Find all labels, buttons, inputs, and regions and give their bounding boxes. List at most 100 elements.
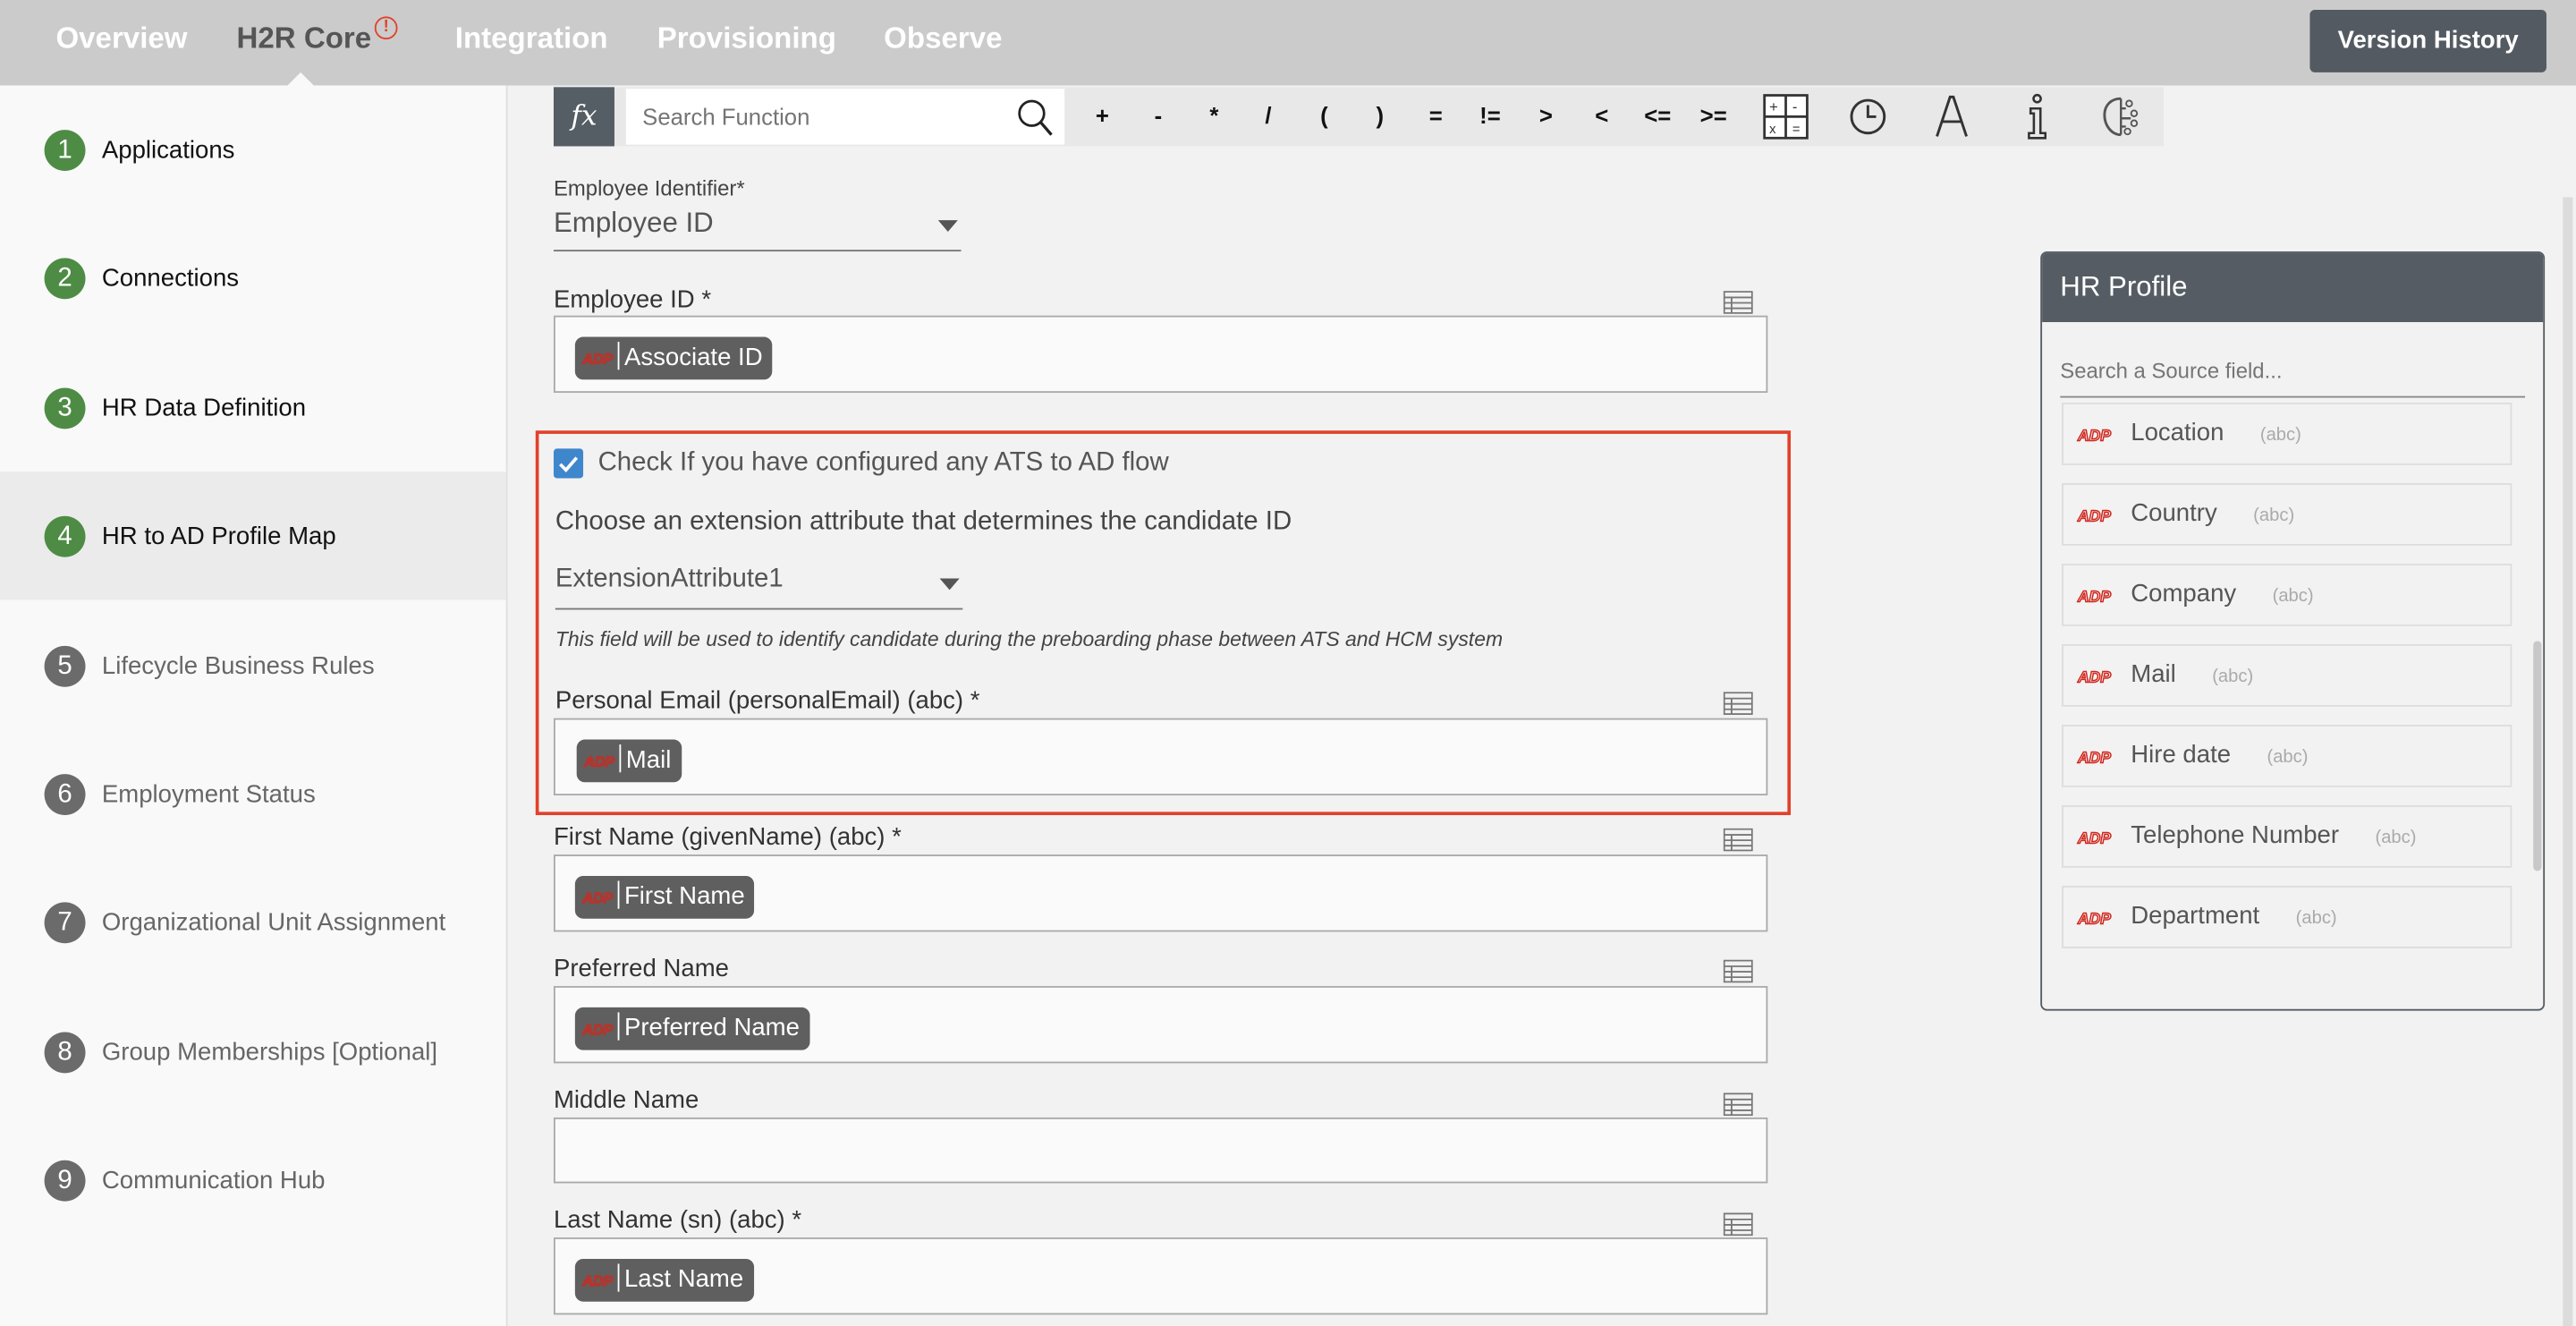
mapped-field-chip[interactable]: ADP Mail <box>576 739 682 783</box>
mapped-field-chip[interactable]: ADP Associate ID <box>574 336 773 380</box>
step-number: 5 <box>44 645 86 687</box>
svg-text:ADP: ADP <box>2077 910 2111 927</box>
ats-checkbox[interactable] <box>553 448 584 479</box>
preferred-name-field[interactable]: ADP Preferred Name <box>553 986 1768 1064</box>
source-field-type: (abc) <box>2295 908 2337 929</box>
hr-profile-title: HR Profile <box>2042 252 2544 323</box>
operator-button[interactable]: >= <box>1694 102 1733 128</box>
step-label: Employment Status <box>101 780 316 809</box>
text-icon[interactable] <box>1927 92 1976 141</box>
chip-divider <box>617 342 620 370</box>
fx-button[interactable]: fx <box>553 87 614 147</box>
hr-profile-panel: HR Profile ADPPosition Status(abc)ADPLoc… <box>2040 251 2546 1011</box>
svg-text:ADP: ADP <box>581 1023 613 1037</box>
sidebar-item-3[interactable]: 3 HR Data Definition <box>0 344 506 472</box>
selected-value: Employee ID <box>553 207 714 239</box>
step-number: 8 <box>44 1032 86 1074</box>
operator-button[interactable]: < <box>1582 102 1622 128</box>
middle-name-label: Middle Name <box>553 1086 699 1115</box>
adp-logo-icon: ADP <box>2077 506 2112 524</box>
source-field-item[interactable]: ADP Mail (abc) <box>2062 644 2512 707</box>
adp-logo-icon: ADP <box>2077 426 2112 444</box>
check-icon <box>559 456 579 473</box>
svg-text:x: x <box>1769 123 1776 137</box>
tab-integration[interactable]: Integration <box>455 21 608 56</box>
step-label: Organizational Unit Assignment <box>101 909 446 938</box>
clock-icon[interactable] <box>1843 92 1893 141</box>
adp-logo-icon: ADP <box>581 1273 614 1288</box>
operator-button[interactable]: > <box>1526 102 1565 128</box>
step-number: 6 <box>44 774 86 816</box>
source-field-search-input[interactable] <box>2060 346 2526 393</box>
tab-h2r-core[interactable]: H2R Core! <box>236 16 398 56</box>
middle-name-field[interactable] <box>553 1117 1768 1184</box>
svg-text:ADP: ADP <box>581 891 613 905</box>
step-number: 4 <box>44 516 86 557</box>
chevron-down-icon <box>939 578 960 591</box>
step-label: HR to AD Profile Map <box>101 523 336 551</box>
personal-email-label: Personal Email (personalEmail) (abc) * <box>555 686 980 715</box>
extension-attribute-select[interactable]: ExtensionAttribute1 <box>555 565 963 610</box>
sidebar-item-9[interactable]: 9 Communication Hub <box>0 1116 506 1244</box>
mapped-field-chip[interactable]: ADP First Name <box>574 875 755 919</box>
employee-id-field[interactable]: ADP Associate ID <box>553 315 1768 393</box>
mapped-field-chip[interactable]: ADP Preferred Name <box>574 1007 809 1050</box>
sidebar-item-2[interactable]: 2 Connections <box>0 214 506 342</box>
operator-button[interactable]: * <box>1194 102 1233 128</box>
version-history-button[interactable]: Version History <box>2309 10 2546 72</box>
sidebar-item-7[interactable]: 7 Organizational Unit Assignment <box>0 858 506 986</box>
sidebar-item-1[interactable]: 1 Applications <box>0 86 506 214</box>
tab-provisioning[interactable]: Provisioning <box>657 21 836 56</box>
brain-icon[interactable] <box>2097 92 2146 141</box>
function-search-input[interactable] <box>625 89 1021 145</box>
operator-button[interactable]: / <box>1249 102 1288 128</box>
source-field-item[interactable]: ADP Company (abc) <box>2062 564 2512 626</box>
svg-text:ADP: ADP <box>2077 668 2111 685</box>
chip-divider <box>619 744 622 773</box>
last-name-field[interactable]: ADP Last Name <box>553 1237 1768 1315</box>
sidebar-item-8[interactable]: 8 Group Memberships [Optional] <box>0 988 506 1116</box>
source-field-item[interactable]: ADP Hire date (abc) <box>2062 725 2512 787</box>
first-name-field[interactable]: ADP First Name <box>553 854 1768 932</box>
top-nav <box>0 0 2576 86</box>
source-field-list[interactable]: ADPPosition Status(abc)ADPLocation(abc)A… <box>2042 397 2543 1008</box>
panel-scrollbar-thumb[interactable] <box>2533 641 2542 871</box>
source-field-item[interactable]: ADP Location (abc) <box>2062 403 2512 465</box>
adp-logo-icon: ADP <box>2077 667 2112 685</box>
svg-text:+: + <box>1769 98 1778 115</box>
step-label: Group Memberships [Optional] <box>101 1038 438 1067</box>
source-field-item[interactable]: ADP Telephone Number (abc) <box>2062 805 2512 868</box>
operator-button[interactable]: + <box>1082 102 1122 128</box>
source-field-item[interactable]: ADP Country (abc) <box>2062 483 2512 546</box>
chip-divider <box>617 880 620 909</box>
tab-overview[interactable]: Overview <box>55 21 187 56</box>
preferred-name-label: Preferred Name <box>553 955 729 983</box>
operator-button[interactable]: != <box>1470 102 1510 128</box>
calculator-icon[interactable]: + - x = <box>1761 92 1810 141</box>
source-field-name: Department <box>2131 902 2260 931</box>
operator-button[interactable]: = <box>1416 102 1455 128</box>
operator-button[interactable]: <= <box>1638 102 1677 128</box>
sidebar-item-4[interactable]: 4 HR to AD Profile Map <box>0 472 506 600</box>
operator-button[interactable]: ) <box>1360 102 1400 128</box>
sidebar-item-6[interactable]: 6 Employment Status <box>0 730 506 858</box>
sidebar-item-5[interactable]: 5 Lifecycle Business Rules <box>0 601 506 729</box>
mapped-field-chip[interactable]: ADP Last Name <box>574 1258 754 1302</box>
operator-button[interactable]: ( <box>1304 102 1343 128</box>
svg-text:ADP: ADP <box>2077 749 2111 766</box>
employee-identifier-select[interactable]: Employee ID <box>553 207 962 252</box>
page-scrollbar[interactable] <box>2563 197 2573 1326</box>
personal-email-field[interactable]: ADP Mail <box>553 718 1768 795</box>
source-field-item[interactable]: ADP Department (abc) <box>2062 886 2512 948</box>
info-icon[interactable] <box>2012 92 2062 141</box>
operator-button[interactable]: - <box>1139 102 1178 128</box>
tab-observe[interactable]: Observe <box>884 21 1002 56</box>
svg-text:-: - <box>1792 98 1798 115</box>
first-name-label: First Name (givenName) (abc) * <box>553 823 902 852</box>
step-label: Lifecycle Business Rules <box>101 651 375 680</box>
adp-logo-icon: ADP <box>581 890 614 905</box>
search-icon[interactable] <box>1015 97 1055 136</box>
last-name-label: Last Name (sn) (abc) * <box>553 1206 802 1235</box>
chip-label: First Name <box>623 882 745 911</box>
source-field-name: Mail <box>2131 660 2176 689</box>
